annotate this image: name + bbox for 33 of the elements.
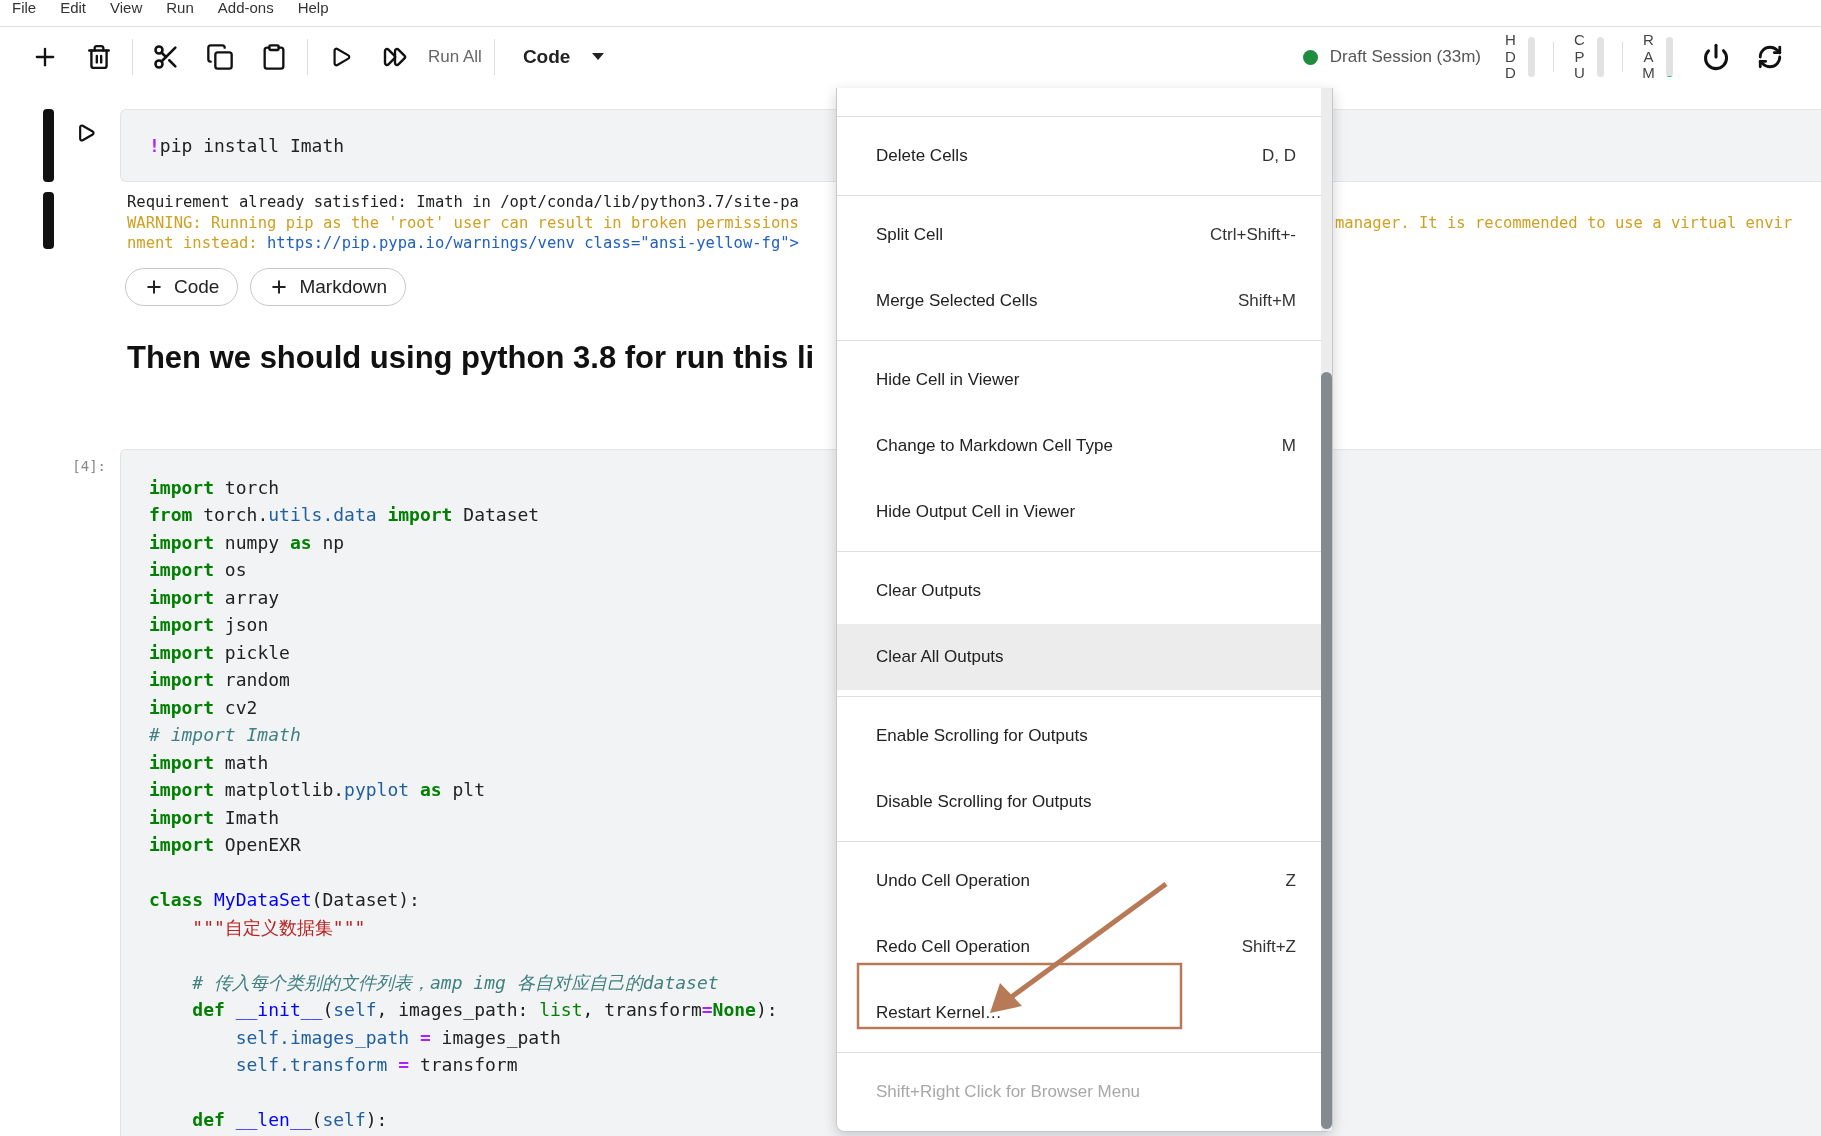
meter-label: CPU (1573, 32, 1586, 82)
markdown-heading: Then we should using python 3.8 for run this li (127, 338, 815, 377)
execution-count: [4]: (71, 456, 107, 474)
code-line: !pip install Imath (149, 133, 345, 158)
code-line: def __init__(self, images_path: list, transform=None): (191, 998, 778, 1022)
code-line: import numpy as np (149, 530, 345, 555)
code-line: import pickle (149, 640, 290, 665)
meter-label: RAM (1641, 32, 1656, 82)
code-line: import matplotlib.pyplot as plt (149, 778, 485, 802)
code-line: """自定义数据集""" (191, 915, 366, 940)
output-line: Requirement already satisfied: Imath in /opt/conda/lib/python3.7/site-pa (127, 192, 800, 213)
code-line: import random (149, 668, 290, 692)
code-line: import Imath (149, 805, 280, 830)
code-line: # import Imath (149, 723, 301, 747)
output-line: WARNING: Running pip as the 'root' user can result in broken permissions (127, 212, 800, 233)
code-line: # 传入每个类别的文件列表，amp img 各自对应自己的dataset (191, 970, 719, 995)
code-line: from torch.utils.data import Dataset (149, 503, 540, 527)
code-line: import os (149, 558, 247, 582)
code-line: self.images_path = images_path (234, 1025, 561, 1050)
code-line: import cv2 (149, 695, 258, 720)
code-line: def __len__(self): (191, 1108, 388, 1132)
code-line: class MyDataSet(Dataset): (149, 888, 420, 912)
output-line: manager. It is recommended to use a virtual envir (1335, 212, 1794, 233)
code-line: import json (149, 613, 269, 637)
session-status: Draft Session (33m) (1329, 47, 1481, 67)
menu-item: Shift+Right Click for Browser Menu (875, 1081, 1142, 1103)
code-line: import OpenEXR (149, 833, 301, 857)
meter-label: HDD (1504, 32, 1517, 82)
code-line: import math (149, 750, 269, 775)
code-line: import array (149, 585, 280, 610)
code-line: import torch (149, 475, 280, 500)
output-line: nment instead: https://pip.pypa.io/warnings/venv class="ansi-yellow-fg"> (127, 233, 800, 254)
code-line: self.transform = transform (234, 1053, 518, 1077)
